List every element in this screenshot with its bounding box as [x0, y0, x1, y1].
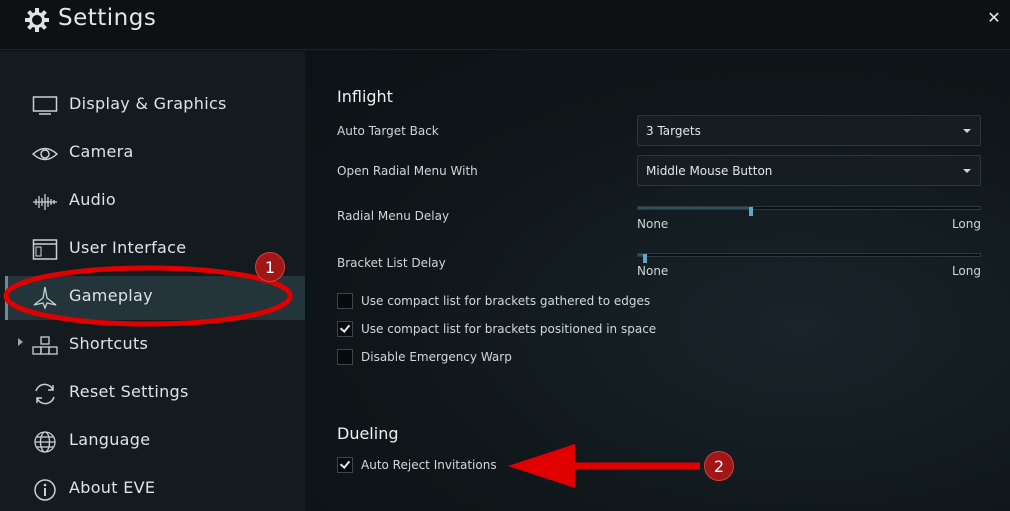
eye-icon	[32, 147, 58, 161]
sidebar-item-display-graphics[interactable]: Display & Graphics	[5, 84, 305, 128]
sidebar-item-label: Shortcuts	[69, 334, 149, 353]
checkbox[interactable]	[337, 457, 353, 473]
sidebar-item-language[interactable]: Language	[5, 420, 305, 464]
check-icon	[339, 322, 351, 333]
sidebar-item-label: About EVE	[69, 478, 156, 497]
window-icon	[32, 239, 58, 260]
slider-max-label: Long	[951, 217, 981, 231]
checkbox-label: Disable Emergency Warp	[361, 350, 512, 364]
dropdown-selected-value: Middle Mouse Button	[646, 164, 773, 178]
slider-max-label: Long	[951, 264, 981, 278]
section-title-dueling: Dueling	[337, 424, 399, 443]
sidebar-item-label: User Interface	[69, 238, 187, 257]
annotation-badge-1: 1	[255, 252, 285, 282]
sidebar-item-label: Language	[69, 430, 151, 449]
gear-icon	[25, 8, 49, 32]
close-button[interactable]: ✕	[984, 8, 1004, 28]
chevron-down-icon	[963, 169, 971, 173]
checkbox[interactable]	[337, 321, 353, 337]
annotation-badge-2: 2	[704, 451, 734, 481]
reset-icon	[35, 383, 55, 405]
slider-track[interactable]	[637, 206, 981, 216]
title-bar: Settings ✕	[0, 0, 1010, 50]
radial-menu-delay-slider[interactable]: None Long	[637, 203, 981, 231]
checkbox-label: Auto Reject Invitations	[361, 458, 497, 472]
sidebar-item-label: Reset Settings	[69, 382, 189, 401]
sidebar-item-label: Audio	[69, 190, 116, 209]
sidebar-item-about-eve[interactable]: About EVE	[5, 468, 305, 511]
bracket-list-delay-label: Bracket List Delay	[337, 256, 446, 270]
auto-target-back-dropdown[interactable]: 3 Targets	[637, 115, 981, 146]
checkbox-label: Use compact list for brackets positioned…	[361, 322, 657, 336]
sidebar-item-label: Display & Graphics	[69, 94, 227, 113]
sidebar-item-shortcuts[interactable]: Shortcuts	[5, 324, 305, 368]
window-title: Settings	[58, 5, 157, 31]
monitor-icon	[32, 96, 58, 115]
radial-menu-delay-label: Radial Menu Delay	[337, 209, 450, 223]
section-title-inflight: Inflight	[337, 87, 393, 106]
slider-handle[interactable]	[642, 254, 647, 263]
slider-fill	[638, 207, 751, 209]
sidebar-item-label: Camera	[69, 142, 134, 161]
keys-icon	[32, 336, 58, 355]
checkbox-label: Use compact list for brackets gathered t…	[361, 294, 651, 308]
settings-sidebar: Display & Graphics Camera Audio User Int…	[0, 51, 305, 511]
auto-target-back-label: Auto Target Back	[337, 124, 439, 138]
ship-icon	[33, 286, 57, 310]
sidebar-item-audio[interactable]: Audio	[5, 180, 305, 224]
check-icon	[339, 458, 351, 469]
dropdown-selected-value: 3 Targets	[646, 124, 701, 138]
waveform-icon	[33, 194, 57, 210]
slider-min-label: None	[637, 264, 669, 278]
sidebar-item-reset-settings[interactable]: Reset Settings	[5, 372, 305, 416]
sidebar-item-gameplay[interactable]: Gameplay	[5, 276, 305, 320]
checkbox[interactable]	[337, 349, 353, 365]
open-radial-menu-label: Open Radial Menu With	[337, 164, 478, 178]
slider-track[interactable]	[637, 253, 981, 263]
settings-content-panel: Inflight Auto Target Back 3 Targets Open…	[306, 51, 1010, 511]
globe-icon	[34, 431, 56, 453]
checkbox[interactable]	[337, 293, 353, 309]
close-icon: ✕	[987, 8, 1001, 27]
sidebar-item-camera[interactable]: Camera	[5, 132, 305, 176]
info-icon	[34, 479, 56, 501]
slider-min-label: None	[637, 217, 669, 231]
open-radial-menu-dropdown[interactable]: Middle Mouse Button	[637, 155, 981, 186]
bracket-list-delay-slider[interactable]: None Long	[637, 250, 981, 278]
sidebar-item-label: Gameplay	[69, 286, 153, 305]
expand-arrow-icon[interactable]	[18, 338, 23, 346]
slider-handle[interactable]	[748, 207, 753, 216]
chevron-down-icon	[963, 129, 971, 133]
